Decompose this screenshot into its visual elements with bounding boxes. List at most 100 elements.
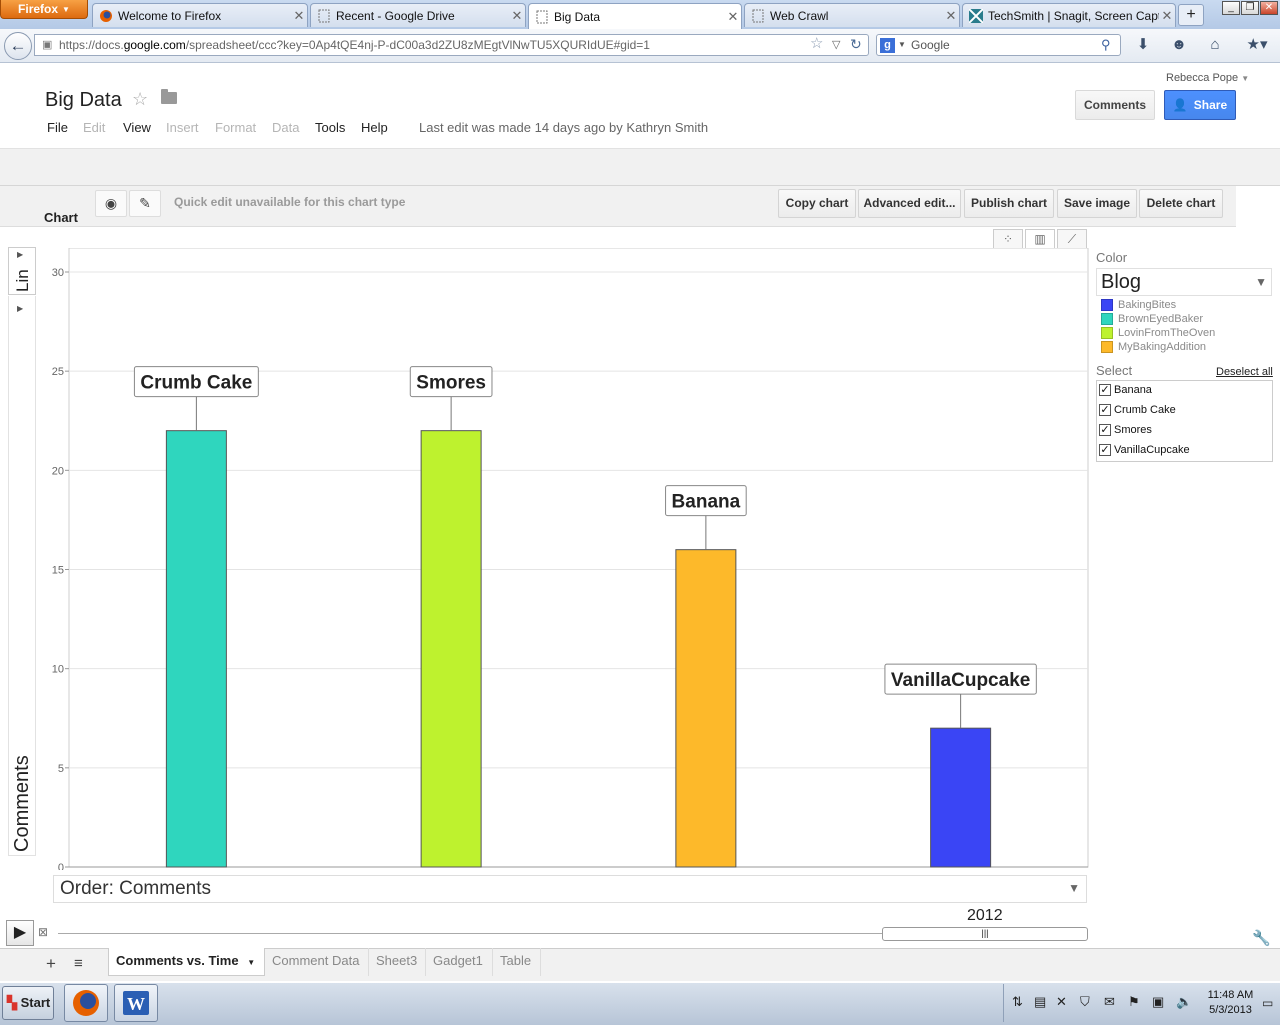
copy-chart-button[interactable]: Copy chart	[778, 189, 856, 218]
firefox-icon	[99, 9, 113, 23]
search-bar[interactable]: g ▼ Google ⚲	[876, 34, 1121, 56]
sheet-list-button[interactable]: ≡	[74, 955, 83, 972]
add-sheet-button[interactable]: +	[46, 954, 56, 974]
url-text[interactable]: https://docs.google.com/spreadsheet/ccc?…	[59, 35, 650, 55]
expand-arrow-icon[interactable]: ▶	[17, 304, 23, 313]
y-tick-label: 5	[58, 763, 64, 775]
new-tab-button[interactable]: +	[1178, 4, 1204, 26]
windows-logo-icon: ▚	[7, 995, 17, 1010]
tray-folder-icon[interactable]: ▤	[1034, 994, 1046, 1010]
downloads-icon[interactable]: ⬇	[1133, 36, 1153, 54]
speed-slider-icon[interactable]: ⊠	[38, 925, 48, 939]
tray-device-icon[interactable]: ▣	[1152, 994, 1164, 1010]
bar-view-icon[interactable]: ▥	[1025, 229, 1055, 249]
close-icon[interactable]: ✕	[1159, 8, 1175, 24]
techsmith-icon	[968, 7, 984, 24]
tray-volume-icon[interactable]: 🔈	[1176, 994, 1192, 1010]
close-icon[interactable]: ✕	[725, 9, 741, 25]
google-icon[interactable]: g	[880, 38, 895, 53]
select-item-crumb-cake[interactable]: ✓ Crumb Cake	[1099, 401, 1176, 419]
menu-view[interactable]: View	[123, 120, 151, 135]
browser-tab-welcome[interactable]: Welcome to Firefox ✕	[92, 3, 308, 27]
star-icon[interactable]: ☆	[132, 89, 148, 110]
browser-tab-techsmith[interactable]: TechSmith | Snagit, Screen Captur... ✕	[962, 3, 1176, 27]
document-title[interactable]: Big Data	[45, 89, 122, 112]
menu-help[interactable]: Help	[361, 120, 388, 135]
firefox-menu-button[interactable]: Firefox ▼	[0, 0, 88, 19]
menu-file[interactable]: File	[47, 120, 68, 135]
bookmark-star-icon[interactable]: ☆	[810, 34, 823, 54]
sheet-tab-sheet3[interactable]: Sheet3	[369, 948, 426, 976]
url-bar[interactable]: ▣ https://docs.google.com/spreadsheet/cc…	[34, 34, 869, 56]
y-scale-toggle[interactable]: Lin ▶	[8, 247, 36, 295]
select-item-vanilla-cupcake[interactable]: ✓ VanillaCupcake	[1099, 441, 1190, 459]
tray-shield-icon[interactable]: ⛉	[1080, 994, 1090, 1010]
publish-chart-button[interactable]: Publish chart	[964, 189, 1054, 218]
home-icon[interactable]: ⌂	[1205, 36, 1225, 54]
taskbar-word[interactable]: W	[114, 984, 158, 1022]
tray-tool-icon[interactable]: ✕	[1056, 994, 1067, 1010]
motion-chart[interactable]: 0 5 10 15 20 25 30 Crumb Cake Smores Banana Vanil…	[40, 248, 1090, 870]
close-icon[interactable]: ✕	[943, 8, 959, 24]
wrench-settings-icon[interactable]: 🔧	[1252, 929, 1271, 947]
x-axis-order-selector[interactable]: Order: Comments ▼	[53, 875, 1087, 903]
search-icon[interactable]: ⚲	[1101, 35, 1111, 55]
last-edit-status[interactable]: Last edit was made 14 days ago by Kathry…	[419, 120, 708, 135]
play-button[interactable]: ▶	[6, 920, 34, 946]
checkbox-checked-icon[interactable]: ✓	[1099, 404, 1111, 416]
minimize-window-button[interactable]: _	[1222, 1, 1240, 15]
close-icon[interactable]: ✕	[509, 8, 525, 24]
tray-chat-icon[interactable]: ✉	[1104, 994, 1115, 1010]
checkbox-checked-icon[interactable]: ✓	[1099, 444, 1111, 456]
color-selector[interactable]: Blog ▼	[1096, 268, 1272, 296]
advanced-edit-button[interactable]: Advanced edit...	[858, 189, 961, 218]
browser-tab-drive[interactable]: Recent - Google Drive ✕	[310, 3, 526, 27]
sheet-tab-gadget1[interactable]: Gadget1	[426, 948, 493, 976]
url-history-dropdown-icon[interactable]: ▽	[832, 35, 840, 55]
chevron-down-icon[interactable]: ▼	[247, 958, 255, 967]
reload-icon[interactable]: ↻	[850, 34, 862, 54]
menu-tools[interactable]: Tools	[315, 120, 345, 135]
bubble-view-icon[interactable]: ⁘	[993, 229, 1023, 249]
bookmarks-menu-icon[interactable]: ★▾	[1242, 36, 1272, 54]
back-button[interactable]: ←	[4, 32, 32, 60]
chevron-down-icon[interactable]: ▼	[898, 35, 906, 55]
checkbox-checked-icon[interactable]: ✓	[1099, 384, 1111, 396]
tray-flag-icon[interactable]: ⚑	[1128, 994, 1140, 1010]
addon-icon[interactable]: ☻	[1169, 36, 1189, 54]
preview-eye-button[interactable]: ◉	[95, 190, 127, 217]
y-axis-label[interactable]: Comments	[11, 755, 34, 852]
bar[interactable]	[165, 430, 227, 868]
edit-pencil-button[interactable]: ✎	[129, 190, 161, 217]
sheet-tab-comments-vs-time[interactable]: Comments vs. Time ▼	[108, 948, 265, 976]
checkbox-checked-icon[interactable]: ✓	[1099, 424, 1111, 436]
folder-icon[interactable]	[161, 89, 177, 104]
comments-button[interactable]: Comments	[1075, 90, 1155, 120]
browser-tab-big-data[interactable]: Big Data ✕	[528, 3, 742, 29]
tray-network-icon[interactable]: ⇅	[1012, 994, 1023, 1010]
bar[interactable]	[675, 549, 737, 868]
show-desktop-icon[interactable]: ▭	[1262, 996, 1273, 1010]
timeline-slider[interactable]: |||	[882, 927, 1088, 941]
taskbar-firefox[interactable]	[64, 984, 108, 1022]
close-icon[interactable]: ✕	[291, 8, 307, 24]
close-window-button[interactable]: ✕	[1260, 1, 1278, 15]
timeline-track[interactable]	[58, 933, 888, 934]
share-button[interactable]: 👤 Share	[1164, 90, 1236, 120]
save-image-button[interactable]: Save image	[1057, 189, 1137, 218]
url-prefix: https://docs.	[59, 38, 124, 52]
delete-chart-button[interactable]: Delete chart	[1139, 189, 1223, 218]
line-view-icon[interactable]: ⟋	[1057, 229, 1087, 249]
deselect-all-link[interactable]: Deselect all	[1216, 366, 1273, 378]
restore-window-button[interactable]: ❐	[1241, 1, 1259, 15]
bar[interactable]	[420, 430, 482, 868]
sheet-tab-table[interactable]: Table	[493, 948, 541, 976]
sheet-tab-comment-data[interactable]: Comment Data	[265, 948, 369, 976]
select-item-smores[interactable]: ✓ Smores	[1099, 421, 1152, 439]
taskbar-clock[interactable]: 11:48 AM 5/3/2013	[1198, 988, 1263, 1018]
browser-tab-web-crawl[interactable]: Web Crawl ✕	[744, 3, 960, 27]
start-button[interactable]: ▚ Start	[2, 986, 54, 1020]
bar[interactable]	[930, 727, 992, 868]
account-name[interactable]: Rebecca Pope ▼	[1166, 72, 1249, 84]
select-item-banana[interactable]: ✓ Banana	[1099, 381, 1152, 399]
